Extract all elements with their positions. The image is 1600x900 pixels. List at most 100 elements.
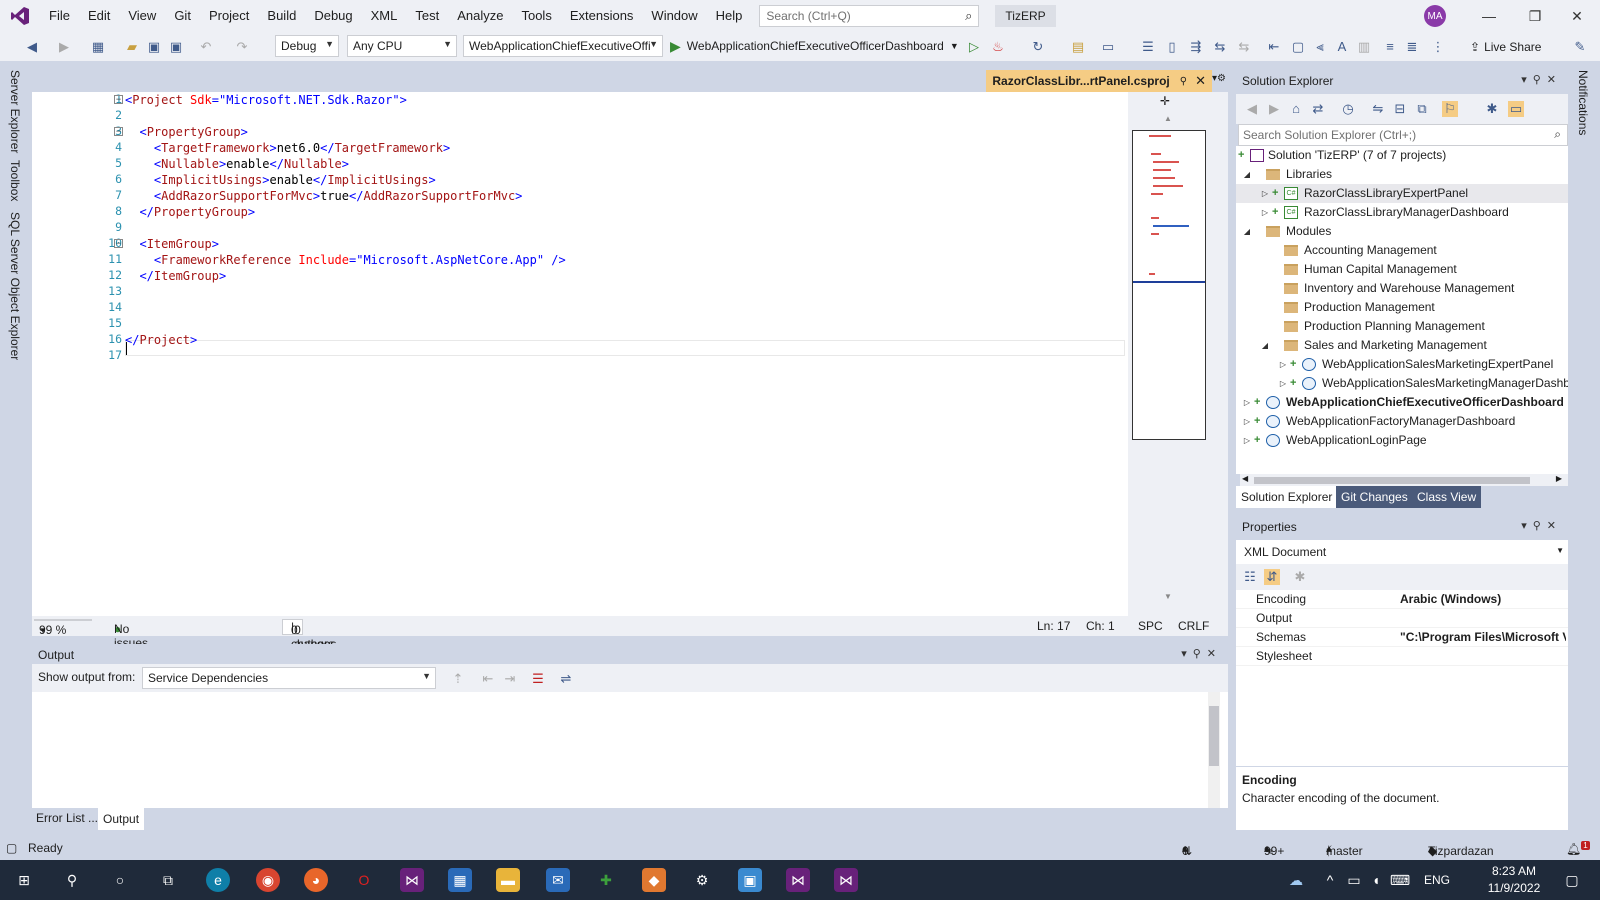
solution-platform-select[interactable]: Any CPU ▼ (347, 35, 457, 57)
solution-explorer-search-input[interactable]: Search Solution Explorer (Ctrl+;) ⌕ (1238, 124, 1568, 146)
pane-controls[interactable]: ▾⚲✕ (1181, 647, 1222, 660)
menu-analyze[interactable]: Analyze (448, 0, 512, 32)
dropdown-icon[interactable]: ▾ (1181, 648, 1193, 660)
line-indicator[interactable]: Ln: 17 (1037, 619, 1070, 633)
refresh-icon[interactable]: ↻ (1030, 39, 1046, 55)
document-tab-csproj[interactable]: RazorClassLibr...rtPanel.csproj ⚲ ✕ (986, 70, 1212, 92)
pending-edits-indicator[interactable]: ✎ 99+ ▴ (1264, 841, 1284, 858)
find-in-files-icon[interactable]: ▤ (1070, 39, 1086, 55)
start-debugging-button[interactable]: ▶ WebApplicationChiefExecutiveOfficerDas… (670, 35, 959, 57)
property-pages-icon[interactable]: ✱ (1292, 569, 1308, 585)
code-editor[interactable]: 1 2 3 4 5 6 7 8 9 10 11 12 13 14 15 16 1… (32, 92, 1228, 616)
tree-disabled-icon[interactable]: ⇆ (1236, 39, 1252, 55)
windows-start-icon[interactable]: ⊞ (12, 868, 36, 892)
open-file-icon[interactable]: ▰ (124, 39, 140, 55)
tree-item-folder[interactable]: Accounting Management (1236, 241, 1568, 260)
navigate-forward-icon[interactable]: ▶ (56, 39, 72, 55)
branch-indicator[interactable]: ᚴ master ▴ (1326, 841, 1363, 858)
notifications-status-icon[interactable]: ▢ (6, 841, 17, 855)
pin-icon[interactable]: ⚲ (1533, 520, 1547, 532)
collapse-region-icon[interactable]: − (114, 239, 123, 248)
close-icon[interactable]: ✕ (1207, 648, 1222, 660)
tab-overflow-icon[interactable]: ▾⚙ (1212, 73, 1226, 84)
next-message-icon[interactable]: ⇥ (502, 671, 518, 687)
maximize-button[interactable]: ❐ (1512, 0, 1558, 32)
feedback-icon[interactable]: ✎ (1572, 39, 1588, 55)
visual-studio-icon[interactable]: ⋈ (400, 868, 424, 892)
layout-icon[interactable]: ▭ (1100, 39, 1116, 55)
live-share-button[interactable]: ⇪ Live Share (1470, 37, 1541, 57)
app-icon[interactable]: ✚ (594, 868, 618, 892)
account-avatar[interactable]: MA (1424, 5, 1446, 27)
tree-item-startup-project[interactable]: ▷ + WebApplicationChiefExecutiveOfficerD… (1236, 393, 1568, 412)
scroll-right-icon[interactable]: ▶ (1556, 474, 1562, 483)
expanded-arrow-icon[interactable]: ◢ (1242, 165, 1252, 184)
keyboard-icon[interactable]: ⌨ (1388, 868, 1412, 892)
firefox-icon[interactable]: ◕ (304, 868, 328, 892)
menu-view[interactable]: View (119, 0, 165, 32)
hierarchy-icon[interactable]: ⇶ (1188, 39, 1204, 55)
notifications-tab[interactable]: Notifications (1576, 70, 1590, 135)
pending-changes-filter-icon[interactable]: ◷ (1340, 101, 1356, 117)
show-all-files-icon[interactable]: ⧉ (1414, 101, 1430, 117)
network-icon[interactable]: ▭ (1342, 868, 1366, 892)
action-center-icon[interactable]: ▢ (1560, 868, 1584, 892)
tab-class-view[interactable]: Class View (1412, 486, 1482, 508)
close-icon[interactable]: ✕ (1547, 74, 1562, 86)
collapse-all-icon[interactable]: ⊟ (1392, 101, 1408, 117)
text-format-icon[interactable]: A (1334, 39, 1350, 55)
column-indicator[interactable]: Ch: 1 (1086, 619, 1115, 633)
navigate-back-icon[interactable]: ◀ (24, 39, 40, 55)
align-icon[interactable]: ⫷ (1312, 39, 1328, 55)
clock-time[interactable]: 8:23 AM (1484, 864, 1544, 878)
property-value[interactable]: "C:\Program Files\Microsoft V (1400, 628, 1566, 647)
scroll-left-icon[interactable]: ◀ (1242, 474, 1248, 483)
split-editor-icon[interactable]: ✛ (1160, 94, 1170, 108)
dropdown-icon[interactable]: ▾ (1521, 74, 1533, 86)
task-view-icon[interactable]: ⧉ (156, 868, 180, 892)
collapsed-arrow-icon[interactable]: ▷ (1242, 393, 1252, 412)
close-tab-icon[interactable]: ✕ (1195, 73, 1206, 89)
scroll-thumb[interactable] (1209, 706, 1219, 766)
input-language[interactable]: ENG (1424, 873, 1450, 887)
cortana-icon[interactable]: ○ (108, 868, 132, 892)
tab-solution-explorer[interactable]: Solution Explorer (1236, 486, 1338, 508)
menu-edit[interactable]: Edit (79, 0, 119, 32)
sql-server-object-explorer-tab[interactable]: SQL Server Object Explorer (8, 212, 22, 360)
collapsed-arrow-icon[interactable]: ▷ (1278, 374, 1288, 393)
filter-icon[interactable]: ⚐ (1442, 101, 1458, 117)
solution-name-badge[interactable]: TizERP (995, 5, 1056, 27)
list-icon[interactable]: ☰ (1140, 39, 1156, 55)
visual-studio-icon[interactable]: ⋈ (834, 868, 858, 892)
preview-icon[interactable]: ▭ (1508, 101, 1524, 117)
notification-bell-icon[interactable]: 🔔︎ 1 (1566, 841, 1590, 856)
property-value[interactable]: Arabic (Windows) (1400, 590, 1566, 609)
file-explorer-icon[interactable]: ▬ (496, 868, 520, 892)
indent-icon[interactable]: ⇤ (1266, 39, 1282, 55)
menu-xml[interactable]: XML (362, 0, 407, 32)
tree-item-project[interactable]: ▷ + C# RazorClassLibraryManagerDashboard (1236, 203, 1568, 222)
dropdown-icon[interactable]: ▾ (1521, 520, 1533, 532)
tree-item-folder[interactable]: Production Planning Management (1236, 317, 1568, 336)
tree-item-solution[interactable]: + Solution 'TizERP' (7 of 7 projects) (1236, 146, 1568, 165)
sync-icon[interactable]: ⇋ (1370, 101, 1386, 117)
scroll-down-icon[interactable]: ▼ (1164, 592, 1172, 601)
indent-more-icon[interactable]: ≣ (1404, 39, 1420, 55)
tree-item-folder[interactable]: Inventory and Warehouse Management (1236, 279, 1568, 298)
bookmark-icon[interactable]: ▯ (1164, 39, 1180, 55)
volume-icon[interactable]: ◖ (1364, 868, 1388, 892)
expanded-arrow-icon[interactable]: ◢ (1260, 336, 1270, 355)
menu-test[interactable]: Test (406, 0, 448, 32)
output-source-select[interactable]: Service Dependencies ▼ (142, 667, 436, 689)
weather-icon[interactable]: ☁ (1284, 868, 1308, 892)
scroll-up-icon[interactable]: ▲ (1164, 114, 1172, 123)
menu-project[interactable]: Project (200, 0, 258, 32)
collapsed-arrow-icon[interactable]: ▷ (1260, 184, 1270, 203)
pane-controls[interactable]: ▾⚲✕ (1521, 73, 1562, 86)
clear-all-icon[interactable]: ☰ (530, 671, 546, 687)
clock-date[interactable]: 11/9/2022 (1484, 881, 1544, 895)
new-project-icon[interactable]: ▦ (90, 39, 106, 55)
chrome-icon[interactable]: ◉ (256, 868, 280, 892)
properties-object-select[interactable]: XML Document ▼ (1236, 540, 1568, 564)
zoom-select[interactable]: 99 % ▼ (34, 619, 92, 637)
